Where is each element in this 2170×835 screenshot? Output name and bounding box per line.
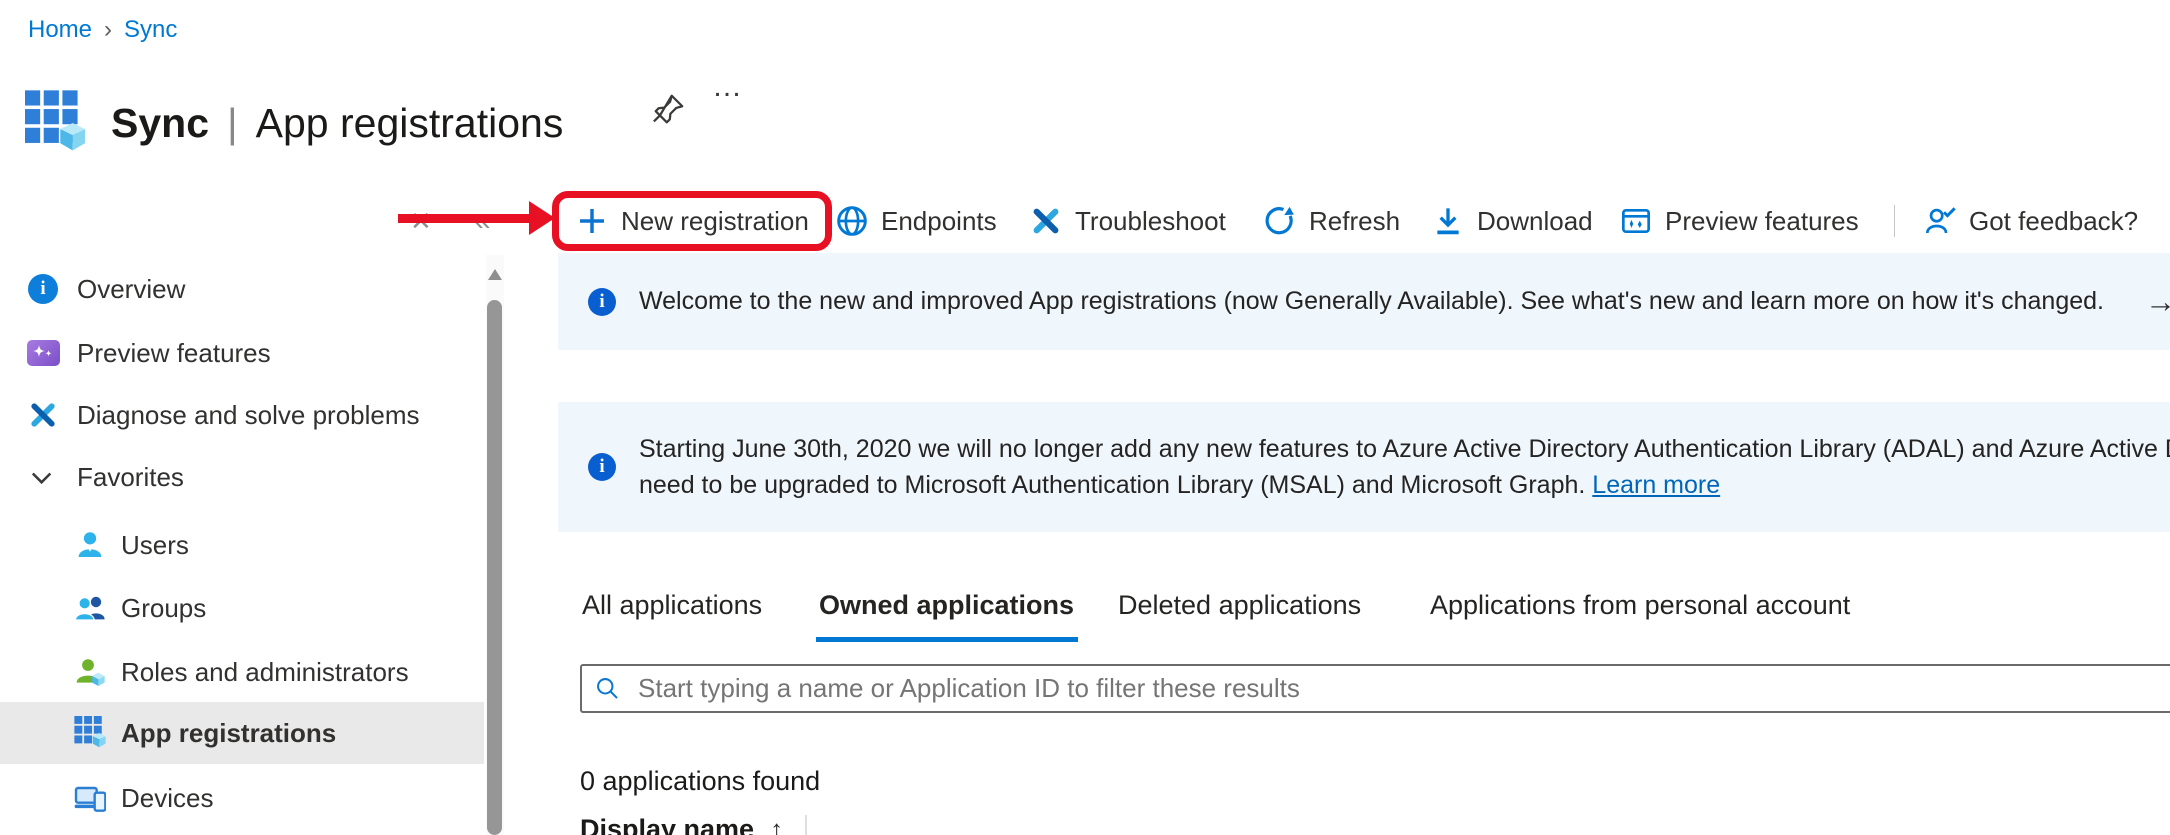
column-header-label: Display name [580,814,754,835]
more-menu-icon[interactable]: … [712,70,745,104]
info-circle-icon: i [26,272,60,306]
tools-icon [26,398,60,432]
refresh-label: Refresh [1309,206,1400,237]
role-person-cube-icon [73,655,107,689]
command-bar: ✕ « New registration Endpoints Troublesh… [0,192,2170,250]
sort-ascending-icon: ↑ [770,814,783,835]
page-title-bar: Sync | App registrations [25,86,563,160]
new-registration-button[interactable]: New registration [576,192,809,250]
app-registrations-page: Home › Sync Sync | App registrations … ✕… [0,0,2170,835]
download-icon [1432,205,1464,237]
sidebar-item-preview-features[interactable]: Preview features [0,322,484,384]
tab-all-applications[interactable]: All applications [582,590,762,621]
sidebar-item-label: Preview features [77,338,271,369]
sidebar-item-groups[interactable]: Groups [0,577,484,639]
title-separator: | [227,100,238,147]
sidebar-scrollbar [486,255,504,835]
preview-features-label: Preview features [1665,206,1859,237]
download-label: Download [1477,206,1593,237]
sidebar-item-label: App registrations [121,718,336,749]
learn-more-link[interactable]: Learn more [1592,471,1720,499]
plus-icon [576,205,608,237]
tab-applications-personal-account[interactable]: Applications from personal account [1430,590,1850,621]
sidebar: i Overview Preview features [0,255,506,835]
sidebar-item-label: Groups [121,593,206,624]
scrollbar-thumb[interactable] [487,300,502,835]
selected-tab-underline [816,637,1078,642]
group-icon [73,591,107,625]
preview-features-button[interactable]: Preview features [1620,192,1859,250]
app-grid-cube-icon [73,716,107,750]
sidebar-group-favorites[interactable]: Favorites [0,446,484,508]
breadcrumb-sync-link[interactable]: Sync [124,16,177,44]
annotation-arrow-line [398,214,532,223]
breadcrumb: Home › Sync [28,16,177,44]
endpoints-button[interactable]: Endpoints [836,192,997,250]
tab-owned-applications[interactable]: Owned applications [819,590,1074,621]
got-feedback-label: Got feedback? [1969,206,2138,237]
adal-banner-text: Starting June 30th, 2020 we will no long… [639,431,2170,503]
adal-banner-line2: need to be upgraded to Microsoft Authent… [639,467,2170,503]
refresh-button[interactable]: Refresh [1264,192,1400,250]
welcome-info-banner: i Welcome to the new and improved App re… [558,253,2170,350]
search-icon [594,675,621,702]
applications-count: 0 applications found [580,766,820,797]
chevron-down-icon [24,460,58,494]
filter-search [580,664,2170,713]
sidebar-item-label: Diagnose and solve problems [77,400,420,431]
tab-deleted-applications[interactable]: Deleted applications [1118,590,1361,621]
adal-deprecation-banner: i Starting June 30th, 2020 we will no lo… [558,402,2170,532]
adal-banner-line2-text: need to be upgraded to Microsoft Authent… [639,471,1592,499]
refresh-icon [1264,205,1296,237]
globe-icon [836,205,868,237]
sidebar-item-label: Roles and administrators [121,657,409,688]
page-title: Sync [111,100,209,147]
sidebar-item-app-registrations[interactable]: App registrations [0,702,484,764]
devices-icon [73,781,107,815]
download-button[interactable]: Download [1432,192,1593,250]
sidebar-item-overview[interactable]: i Overview [0,258,484,320]
got-feedback-button[interactable]: Got feedback? [1924,192,2138,250]
column-divider [805,815,807,835]
breadcrumb-home-link[interactable]: Home [28,16,92,44]
adal-banner-line1: Starting June 30th, 2020 we will no long… [639,431,2170,467]
annotation-arrow-head [529,201,555,235]
sidebar-item-diagnose[interactable]: Diagnose and solve problems [0,384,484,446]
sidebar-item-users[interactable]: Users [0,514,484,576]
troubleshoot-label: Troubleshoot [1075,206,1226,237]
welcome-banner-text: Welcome to the new and improved App regi… [639,287,2104,316]
page-subtitle: App registrations [256,100,564,147]
sidebar-item-label: Devices [121,783,213,814]
sidebar-group-label: Favorites [77,462,184,493]
info-icon: i [588,288,616,316]
sidebar-item-roles[interactable]: Roles and administrators [0,641,484,703]
info-icon: i [588,453,616,481]
sidebar-item-label: Users [121,530,189,561]
filter-search-input[interactable] [580,664,2170,713]
pin-icon[interactable] [650,92,686,128]
sidebar-item-devices[interactable]: Devices [0,767,484,829]
sparkles-icon [26,336,60,370]
sidebar-item-label: Overview [77,274,185,305]
banner-forward-arrow-icon[interactable]: → [2145,284,2170,320]
tools-icon [1030,205,1062,237]
new-registration-label: New registration [621,206,809,237]
endpoints-label: Endpoints [881,206,997,237]
breadcrumb-separator: › [104,16,112,44]
troubleshoot-button[interactable]: Troubleshoot [1030,192,1226,250]
column-header-display-name[interactable]: Display name ↑ [580,814,807,835]
user-icon [73,528,107,562]
feedback-person-icon [1924,205,1956,237]
preview-box-icon [1620,205,1652,237]
app-registrations-blade-icon [25,90,85,156]
scrollbar-up-arrow-icon[interactable] [488,269,502,280]
toolbar-divider [1894,205,1895,237]
